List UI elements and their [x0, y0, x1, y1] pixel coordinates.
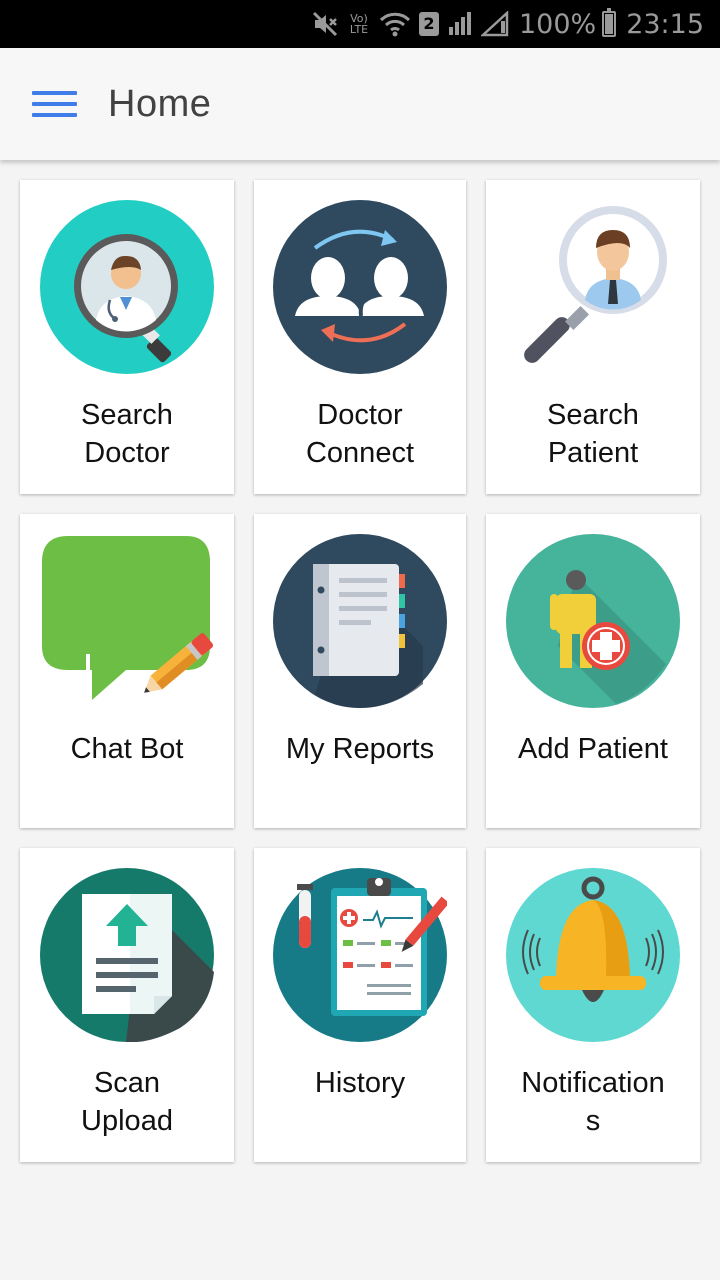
lte-indicator: Vo) LTE: [349, 12, 369, 36]
tile-label: Doctor Connect: [305, 399, 414, 469]
home-tile-grid: Search Doctor Doctor Connect Search Pati…: [20, 180, 700, 1162]
tile-label: Notification s: [521, 1067, 665, 1137]
status-icons: Vo) LTE 2: [311, 10, 509, 38]
notifications-icon: [506, 868, 680, 1042]
search-patient-icon: [524, 206, 667, 363]
history-icon: [273, 868, 447, 1042]
app-bar: Home: [0, 48, 720, 160]
battery-icon: [602, 8, 617, 37]
signal-roaming-icon: [480, 11, 509, 37]
mute-icon: [312, 11, 338, 37]
tile-label: My Reports: [285, 733, 435, 765]
add-patient-icon: [506, 534, 680, 708]
tile-my-reports[interactable]: My Reports: [254, 514, 466, 828]
tile-doctor-connect[interactable]: Doctor Connect: [254, 180, 466, 494]
chat-bot-icon: [42, 536, 214, 700]
tile-label: Scan Upload: [81, 1067, 173, 1137]
tile-search-doctor[interactable]: Search Doctor: [20, 180, 234, 494]
page-title: Home: [108, 82, 212, 125]
wifi-icon: [379, 12, 411, 37]
tile-label: Add Patient: [518, 733, 668, 765]
scan-upload-icon: [40, 868, 214, 1042]
clock: 23:15: [626, 8, 704, 40]
signal-icon: [448, 12, 471, 35]
battery-percentage: 100%: [518, 8, 597, 40]
tile-history[interactable]: History: [254, 848, 466, 1162]
my-reports-icon: [273, 534, 447, 708]
tile-scan-upload[interactable]: Scan Upload: [20, 848, 234, 1162]
tile-label: Search Doctor: [81, 399, 173, 469]
sim-two-badge: 2: [418, 12, 439, 36]
tile-notifications[interactable]: Notification s: [486, 848, 700, 1162]
tile-label: History: [314, 1067, 406, 1099]
tile-chat-bot[interactable]: Chat Bot: [20, 514, 234, 828]
hamburger-menu-icon[interactable]: [32, 87, 78, 121]
status-bar: Vo) LTE 2 100% 23:15: [0, 0, 720, 48]
tile-label: Search Patient: [547, 399, 639, 469]
tile-label: Chat Bot: [70, 733, 184, 765]
search-doctor-icon: [40, 200, 214, 374]
tile-add-patient[interactable]: Add Patient: [486, 514, 700, 828]
tile-search-patient[interactable]: Search Patient: [486, 180, 700, 494]
doctor-connect-icon: [273, 200, 447, 374]
